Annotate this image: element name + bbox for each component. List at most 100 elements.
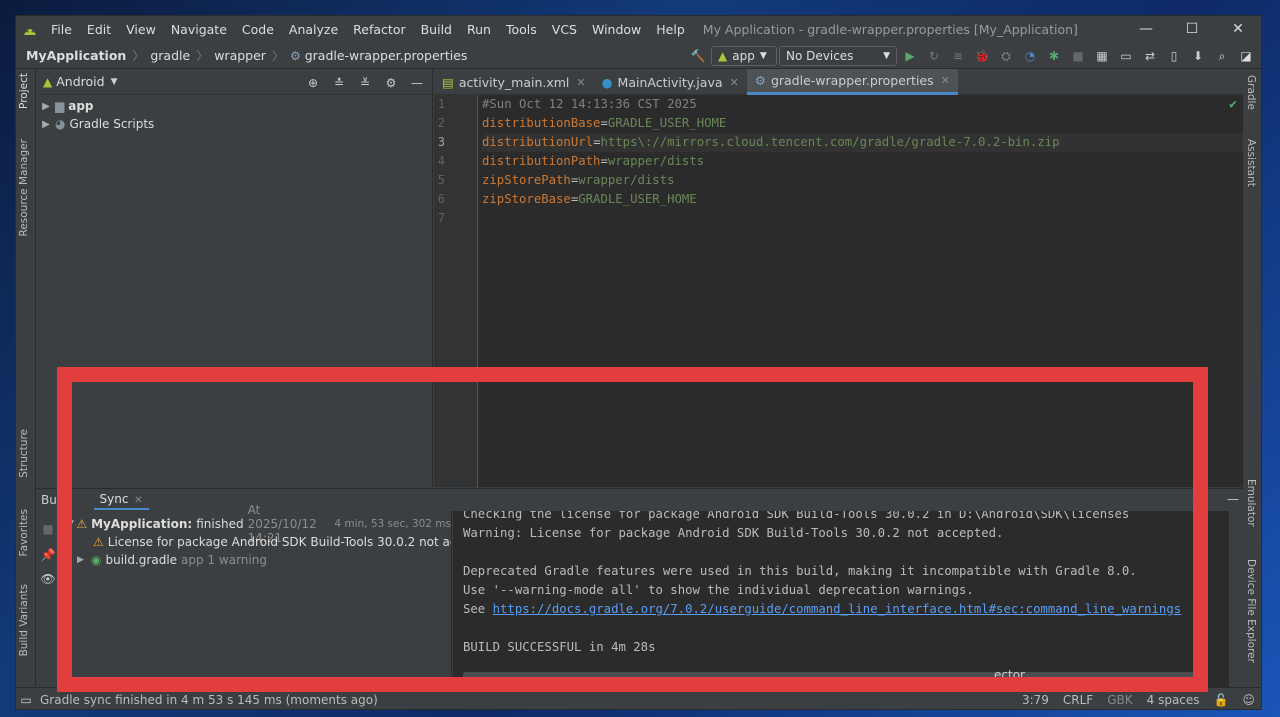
run-config-label: app: [732, 49, 755, 63]
lock-icon[interactable]: 🔓: [1214, 693, 1229, 707]
stop-icon[interactable]: ■: [37, 519, 59, 539]
build-tree-root[interactable]: ▼ ⚠ MyApplication: finished At 2025/10/1…: [67, 503, 451, 545]
tab-sync[interactable]: Sync ✕: [93, 490, 149, 510]
breadcrumb-file[interactable]: gradle-wrapper.properties: [305, 48, 468, 63]
status-message[interactable]: Gradle sync finished in 4 m 53 s 145 ms …: [40, 693, 378, 707]
chevron-down-icon[interactable]: ▼: [111, 77, 118, 87]
equals-sign: =: [600, 154, 608, 168]
tree-item-app[interactable]: ▶ ▆ app: [37, 97, 432, 115]
terminal-icon[interactable]: ▭: [1115, 46, 1137, 66]
breadcrumb-wrapper[interactable]: wrapper: [214, 48, 266, 63]
android-icon: ▲: [718, 49, 728, 63]
close-tab-icon[interactable]: ✕: [134, 495, 142, 506]
expand-all-icon[interactable]: ≛: [328, 73, 350, 93]
locate-icon[interactable]: ⊕: [302, 73, 324, 93]
chevron-right-icon[interactable]: ▶: [37, 119, 55, 130]
tab-activity-main[interactable]: ▤ activity_main.xml ✕: [434, 69, 594, 95]
menu-help[interactable]: Help: [649, 22, 693, 37]
property-value: wrapper/dists: [607, 154, 705, 168]
breadcrumb-project[interactable]: MyApplication: [26, 48, 126, 63]
breadcrumb-gradle[interactable]: gradle: [150, 48, 190, 63]
debug-icon[interactable]: 🐞: [971, 46, 993, 66]
apply-code-changes-icon[interactable]: ≡: [947, 46, 969, 66]
pin-icon[interactable]: 📌: [37, 545, 59, 565]
coverage-icon[interactable]: ✱: [1043, 46, 1065, 66]
chevron-right-icon[interactable]: ▶: [77, 555, 91, 565]
inspector-label[interactable]: ector: [994, 668, 1025, 682]
hide-icon[interactable]: —: [1227, 492, 1239, 506]
maximize-button[interactable]: ☐: [1169, 16, 1215, 43]
stop-icon[interactable]: ■: [1067, 46, 1089, 66]
tool-windows-toggle-icon[interactable]: ▭: [16, 693, 36, 707]
build-variants-tool-button[interactable]: Build Variants: [18, 584, 30, 656]
run-config-selector[interactable]: ▲ app ▼: [711, 46, 777, 66]
hide-icon[interactable]: —: [406, 73, 428, 93]
code-line[interactable]: distributionBase=GRADLE_USER_HOME: [482, 114, 1243, 133]
close-tab-icon[interactable]: ✕: [576, 76, 585, 89]
indent-setting[interactable]: 4 spaces: [1147, 693, 1200, 707]
code-line[interactable]: zipStorePath=wrapper/dists: [482, 171, 1243, 190]
menu-tools[interactable]: Tools: [499, 22, 545, 37]
menu-run[interactable]: Run: [460, 22, 499, 37]
device-file-explorer-tool-button[interactable]: Device File Explorer: [1245, 559, 1257, 663]
collapse-all-icon[interactable]: ≚: [354, 73, 376, 93]
face-icon[interactable]: ☺: [1242, 693, 1255, 707]
close-button[interactable]: ✕: [1215, 16, 1261, 43]
chevron-down-icon[interactable]: ▼: [67, 519, 76, 529]
build-tree-warning[interactable]: ⚠ License for package Android SDK Build-…: [67, 533, 451, 551]
menu-window[interactable]: Window: [585, 22, 649, 37]
deprecation-docs-link[interactable]: https://docs.gradle.org/7.0.2/userguide/…: [493, 602, 1182, 616]
chevron-right-icon[interactable]: ▶: [37, 101, 55, 112]
file-encoding[interactable]: GBK: [1107, 693, 1132, 707]
menu-view[interactable]: View: [119, 22, 164, 37]
menu-refactor[interactable]: Refactor: [346, 22, 413, 37]
tree-item-gradle-scripts[interactable]: ▶ ◕ Gradle Scripts: [37, 115, 432, 133]
menu-code[interactable]: Code: [235, 22, 282, 37]
code-line[interactable]: #Sun Oct 12 14:13:36 CST 2025: [482, 95, 1243, 114]
profile-icon[interactable]: ◔: [1019, 46, 1041, 66]
code-line[interactable]: zipStoreBase=GRADLE_USER_HOME: [482, 190, 1243, 209]
horizontal-scrollbar[interactable]: [463, 672, 1199, 679]
build-window-title: Buil: [41, 493, 64, 507]
search-icon[interactable]: ⌕: [1211, 46, 1233, 66]
assistant-tool-button[interactable]: Assistant: [1245, 139, 1257, 187]
run-icon[interactable]: ▶: [899, 46, 921, 66]
build-tree-build-gradle[interactable]: ▶ ◉ build.gradle app 1 warning: [67, 551, 451, 569]
tab-main-activity[interactable]: ● MainActivity.java ✕: [594, 69, 747, 95]
gradle-tool-button[interactable]: Gradle: [1245, 75, 1257, 110]
sync-gradle-icon[interactable]: ⇄: [1139, 46, 1161, 66]
project-view-selector[interactable]: Android: [56, 74, 104, 89]
menu-navigate[interactable]: Navigate: [164, 22, 235, 37]
code-editor[interactable]: 1 2 3 4 5 6 7 #Sun Oct 12 14:13:36 CST 2…: [434, 95, 1243, 487]
emulator-tool-button[interactable]: Emulator: [1245, 479, 1257, 527]
close-tab-icon[interactable]: ✕: [941, 74, 950, 87]
sdk-manager-icon[interactable]: ⬇: [1187, 46, 1209, 66]
build-console[interactable]: Checking the license for package Android…: [453, 511, 1229, 687]
make-project-hammer-icon[interactable]: 🔨: [687, 46, 709, 66]
menu-analyze[interactable]: Analyze: [282, 22, 346, 37]
line-separator[interactable]: CRLF: [1063, 693, 1093, 707]
project-structure-icon[interactable]: ▦: [1091, 46, 1113, 66]
code-line-current[interactable]: distributionUrl=https\://mirrors.cloud.t…: [482, 133, 1243, 152]
avd-manager-icon[interactable]: ▯: [1163, 46, 1185, 66]
menu-vcs[interactable]: VCS: [545, 22, 585, 37]
code-area[interactable]: #Sun Oct 12 14:13:36 CST 2025 distributi…: [482, 95, 1243, 209]
tab-gradle-wrapper-properties[interactable]: ⚙ gradle-wrapper.properties ✕: [746, 69, 958, 95]
gear-icon[interactable]: ⚙: [380, 73, 402, 93]
project-tool-button[interactable]: Project: [18, 73, 30, 109]
code-line[interactable]: distributionPath=wrapper/dists: [482, 152, 1243, 171]
device-selector[interactable]: No Devices ▼: [779, 46, 897, 66]
close-tab-icon[interactable]: ✕: [730, 76, 739, 89]
settings-icon[interactable]: ◪: [1235, 46, 1257, 66]
menu-file[interactable]: File: [44, 22, 80, 37]
menu-edit[interactable]: Edit: [80, 22, 119, 37]
minimize-button[interactable]: —: [1123, 16, 1169, 43]
favorites-tool-button[interactable]: Favorites: [18, 509, 30, 556]
eye-icon[interactable]: 👁: [37, 569, 59, 589]
caret-position[interactable]: 3:79: [1022, 693, 1049, 707]
resource-manager-tool-button[interactable]: Resource Manager: [18, 139, 30, 237]
apply-changes-icon[interactable]: ↻: [923, 46, 945, 66]
attach-debugger-icon[interactable]: ⛭: [995, 46, 1017, 66]
structure-tool-button[interactable]: Structure: [18, 429, 30, 478]
menu-build[interactable]: Build: [414, 22, 460, 37]
